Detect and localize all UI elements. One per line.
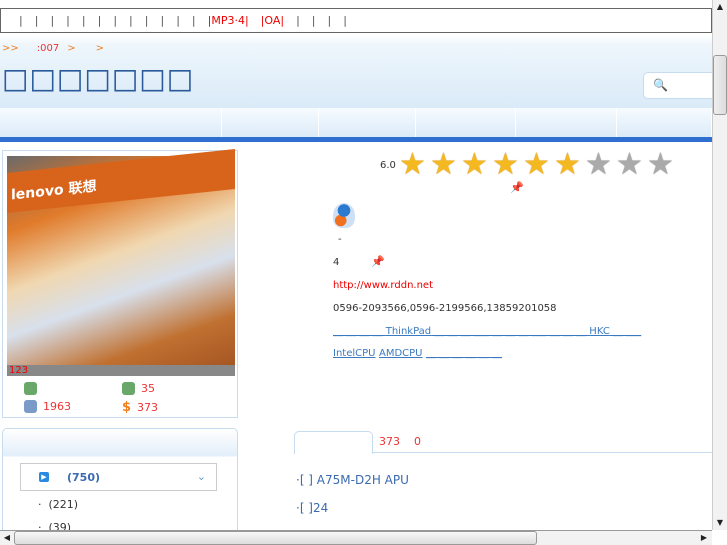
link-hkc[interactable]: HKC <box>589 326 610 337</box>
star-filled-icon: ★ <box>522 147 550 182</box>
dollar-icon: $ <box>122 400 132 415</box>
search-input[interactable]: 🔍 <box>643 72 713 99</box>
phone-numbers: 0596-2093566,0596-2199566,13859201058 <box>333 303 557 314</box>
star-filled-icon: ★ <box>491 147 519 182</box>
top-nav-item[interactable]: | <box>337 14 353 27</box>
search-icon: 🔍 <box>653 78 668 92</box>
shop-photo[interactable]: lenovo 联想 123 <box>7 149 235 376</box>
pin-icon: 📌 <box>510 181 524 194</box>
top-nav-item[interactable]: | <box>13 14 29 27</box>
top-nav-item[interactable]: | <box>76 14 92 27</box>
pin-icon: 📌 <box>371 255 385 268</box>
user-icon <box>24 382 37 395</box>
category-item[interactable]: · (221) <box>38 498 78 511</box>
breadcrumb: >> :007 > > <box>2 43 104 54</box>
monitor-icon <box>24 400 37 413</box>
top-nav-item[interactable]: | <box>139 14 155 27</box>
top-nav-item[interactable]: | <box>322 14 338 27</box>
rating-score: 6.0 <box>380 159 396 171</box>
top-nav-item[interactable]: | <box>92 14 108 27</box>
top-nav-bar: | | | | | | | | | | | | |MP3·4| |OA| | | | | <box>0 8 712 33</box>
link-amdcpu[interactable]: AMDCPU <box>379 348 423 359</box>
product-item[interactable]: ·[ ]24 <box>296 501 328 515</box>
nav-underline <box>0 137 712 142</box>
stat-3: 1963 <box>24 400 71 413</box>
nav-tab[interactable] <box>416 108 516 137</box>
stat-1 <box>24 382 43 395</box>
top-nav-item[interactable]: | <box>44 14 60 27</box>
scroll-up-icon: ▲ <box>716 2 724 11</box>
website-link[interactable]: http://www.rddn.net <box>333 280 433 291</box>
link-blank[interactable]: __ ___ <box>610 326 641 337</box>
nav-tab[interactable] <box>516 108 617 137</box>
shop-title: □□□□□□□ <box>2 62 195 95</box>
top-nav-item[interactable]: | <box>186 14 202 27</box>
nav-tab[interactable] <box>319 108 416 137</box>
star-filled-icon: ★ <box>429 147 457 182</box>
nav-tab[interactable] <box>222 108 319 137</box>
top-nav-item[interactable]: | <box>60 14 76 27</box>
scroll-right-icon: ▶ <box>700 533 708 542</box>
link-thinkpad[interactable]: ThinkPad <box>386 326 431 337</box>
top-nav-item[interactable]: |MP3·4| <box>202 14 255 27</box>
user-icon <box>122 382 135 395</box>
nav-tab[interactable] <box>617 108 712 137</box>
qq-logo-icon[interactable] <box>333 203 355 228</box>
breadcrumb-sep: > <box>95 43 105 54</box>
photo-caption: 123 <box>7 365 235 376</box>
rating: 6.0 ★ ★ ★ ★ ★ ★ ★ ★ ★ <box>380 150 676 180</box>
top-nav-item[interactable]: | <box>154 14 170 27</box>
star-filled-icon: ★ <box>398 147 426 182</box>
scroll-left-icon: ◀ <box>3 533 11 542</box>
breadcrumb-home[interactable]: >> <box>2 43 19 54</box>
star-empty-icon: ★ <box>584 147 612 182</box>
top-nav-item[interactable]: | <box>107 14 123 27</box>
link-blank[interactable]: __ __ __ __ <box>333 326 386 337</box>
link-intelcpu[interactable]: IntelCPU <box>333 348 375 359</box>
play-icon: ▶ <box>39 472 49 482</box>
category-dropdown[interactable]: ▶ (750) ⌄ <box>20 463 217 491</box>
stat-4: $373 <box>122 400 159 415</box>
top-nav-item[interactable]: | <box>170 14 186 27</box>
horizontal-scroll-thumb[interactable] <box>14 531 537 545</box>
top-nav-item[interactable]: |OA| <box>255 14 290 27</box>
star-empty-icon: ★ <box>646 147 674 182</box>
star-filled-icon: ★ <box>553 147 581 182</box>
top-nav-item[interactable]: | <box>306 14 322 27</box>
top-nav-item[interactable]: | <box>290 14 306 27</box>
vertical-scroll-thumb[interactable] <box>713 55 727 115</box>
info-dash: - <box>338 234 342 245</box>
chevron-down-icon: ⌄ <box>196 470 206 483</box>
tab-count[interactable]: 0 <box>414 435 421 448</box>
main-nav <box>0 108 712 137</box>
tab-active[interactable] <box>294 431 373 454</box>
top-nav-item[interactable]: | <box>29 14 45 27</box>
top-nav-item[interactable]: | <box>123 14 139 27</box>
star-empty-icon: ★ <box>615 147 643 182</box>
shop-photo-panel: lenovo 联想 123 35 1963 $373 <box>2 149 238 418</box>
stat-2: 35 <box>122 382 155 395</box>
product-item[interactable]: ·[ ] A75M-D2H APU <box>296 473 409 487</box>
shop-sign: lenovo 联想 <box>7 149 235 213</box>
product-tabs: 373 0 <box>294 431 712 454</box>
star-filled-icon: ★ <box>460 147 488 182</box>
info-level: 4 <box>333 257 340 268</box>
link-blank[interactable]: __ __ __ __ __ __ <box>426 348 502 359</box>
nav-tab[interactable] <box>0 108 222 137</box>
link-blank[interactable]: __ __ __ ___ __ __ __ ___ __ __ __ <box>431 326 589 337</box>
breadcrumb-store[interactable]: :007 <box>37 43 59 54</box>
breadcrumb-sep: > <box>67 43 76 54</box>
scroll-down-icon: ▼ <box>716 518 724 527</box>
tab-count[interactable]: 373 <box>379 435 400 448</box>
